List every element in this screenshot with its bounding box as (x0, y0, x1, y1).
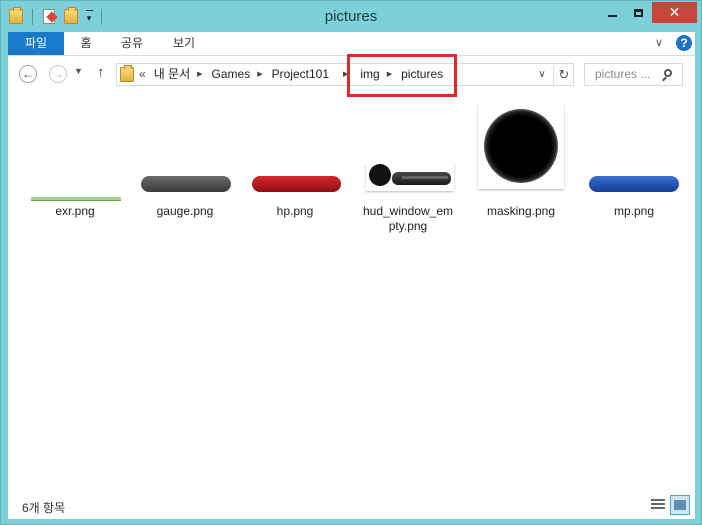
minimize-button[interactable] (599, 2, 625, 23)
search-box[interactable]: pictures ... (584, 63, 683, 86)
file-name: gauge.png (156, 204, 214, 218)
path-overflow-icon[interactable]: « (139, 64, 146, 85)
file-name: masking.png (486, 204, 556, 218)
close-button[interactable]: ✕ (652, 2, 697, 23)
image-thumbnail (29, 103, 121, 201)
tab-share[interactable]: 공유 (114, 32, 150, 55)
tab-view[interactable]: 보기 (166, 32, 202, 55)
help-icon[interactable]: ? (676, 35, 692, 51)
search-icon (664, 69, 672, 77)
item-count: 6개 항목 (22, 501, 66, 515)
close-icon: ✕ (668, 4, 681, 20)
black-circle-thumbnail (484, 109, 558, 183)
address-bar[interactable]: « 내 문서 ▶ Games ▶ Project101 ▶ img ▶ pict… (116, 63, 574, 86)
hp-bar-thumbnail (252, 176, 341, 192)
file-name: hud_window_empty.png (362, 204, 454, 233)
breadcrumb-games[interactable]: Games (212, 64, 251, 85)
tab-home[interactable]: 홈 (72, 32, 100, 55)
green-line-thumbnail (31, 197, 121, 201)
mp-bar-thumbnail (589, 176, 679, 192)
up-button[interactable]: ↑ (97, 64, 105, 81)
breadcrumb-project101[interactable]: Project101 (272, 64, 329, 85)
file-name: mp.png (613, 204, 655, 218)
image-thumbnail (475, 103, 567, 191)
address-dropdown-icon[interactable]: ∨ (533, 64, 551, 85)
image-thumbnail (588, 103, 680, 192)
image-thumbnail (139, 103, 231, 192)
tab-file[interactable]: 파일 (8, 32, 64, 55)
search-input[interactable]: pictures ... (595, 64, 650, 85)
file-name: hp.png (276, 204, 314, 218)
recent-locations-icon[interactable]: ▼ (74, 66, 83, 76)
title-bar: ▾ pictures ✕ (1, 1, 701, 32)
hud-orb (369, 164, 391, 186)
file-list: exr.png gauge.png hp.png hud_window_empt… (8, 94, 695, 491)
image-thumbnail (362, 103, 454, 191)
file-name: exr.png (55, 204, 95, 218)
image-thumbnail (249, 103, 341, 192)
chevron-right-icon[interactable]: ▶ (197, 64, 202, 85)
status-bar: 6개 항목 (8, 491, 695, 519)
maximize-button[interactable] (625, 2, 651, 23)
expand-ribbon-icon[interactable]: ∨ (653, 37, 665, 49)
folder-icon (120, 65, 134, 82)
highlight-annotation (347, 54, 457, 97)
gauge-bar-thumbnail (141, 176, 231, 192)
window-title: pictures (324, 8, 378, 25)
back-button[interactable]: ← (19, 65, 37, 83)
breadcrumb-my-documents[interactable]: 내 문서 (154, 64, 190, 85)
details-view-icon[interactable] (651, 499, 665, 511)
chevron-right-icon[interactable]: ▶ (257, 64, 262, 85)
forward-button[interactable]: → (49, 65, 67, 83)
ribbon-tabs: 파일 홈 공유 보기 ∨ ? (8, 32, 695, 56)
large-icons-view-icon[interactable] (670, 495, 690, 515)
refresh-icon[interactable]: ↻ (553, 64, 574, 85)
